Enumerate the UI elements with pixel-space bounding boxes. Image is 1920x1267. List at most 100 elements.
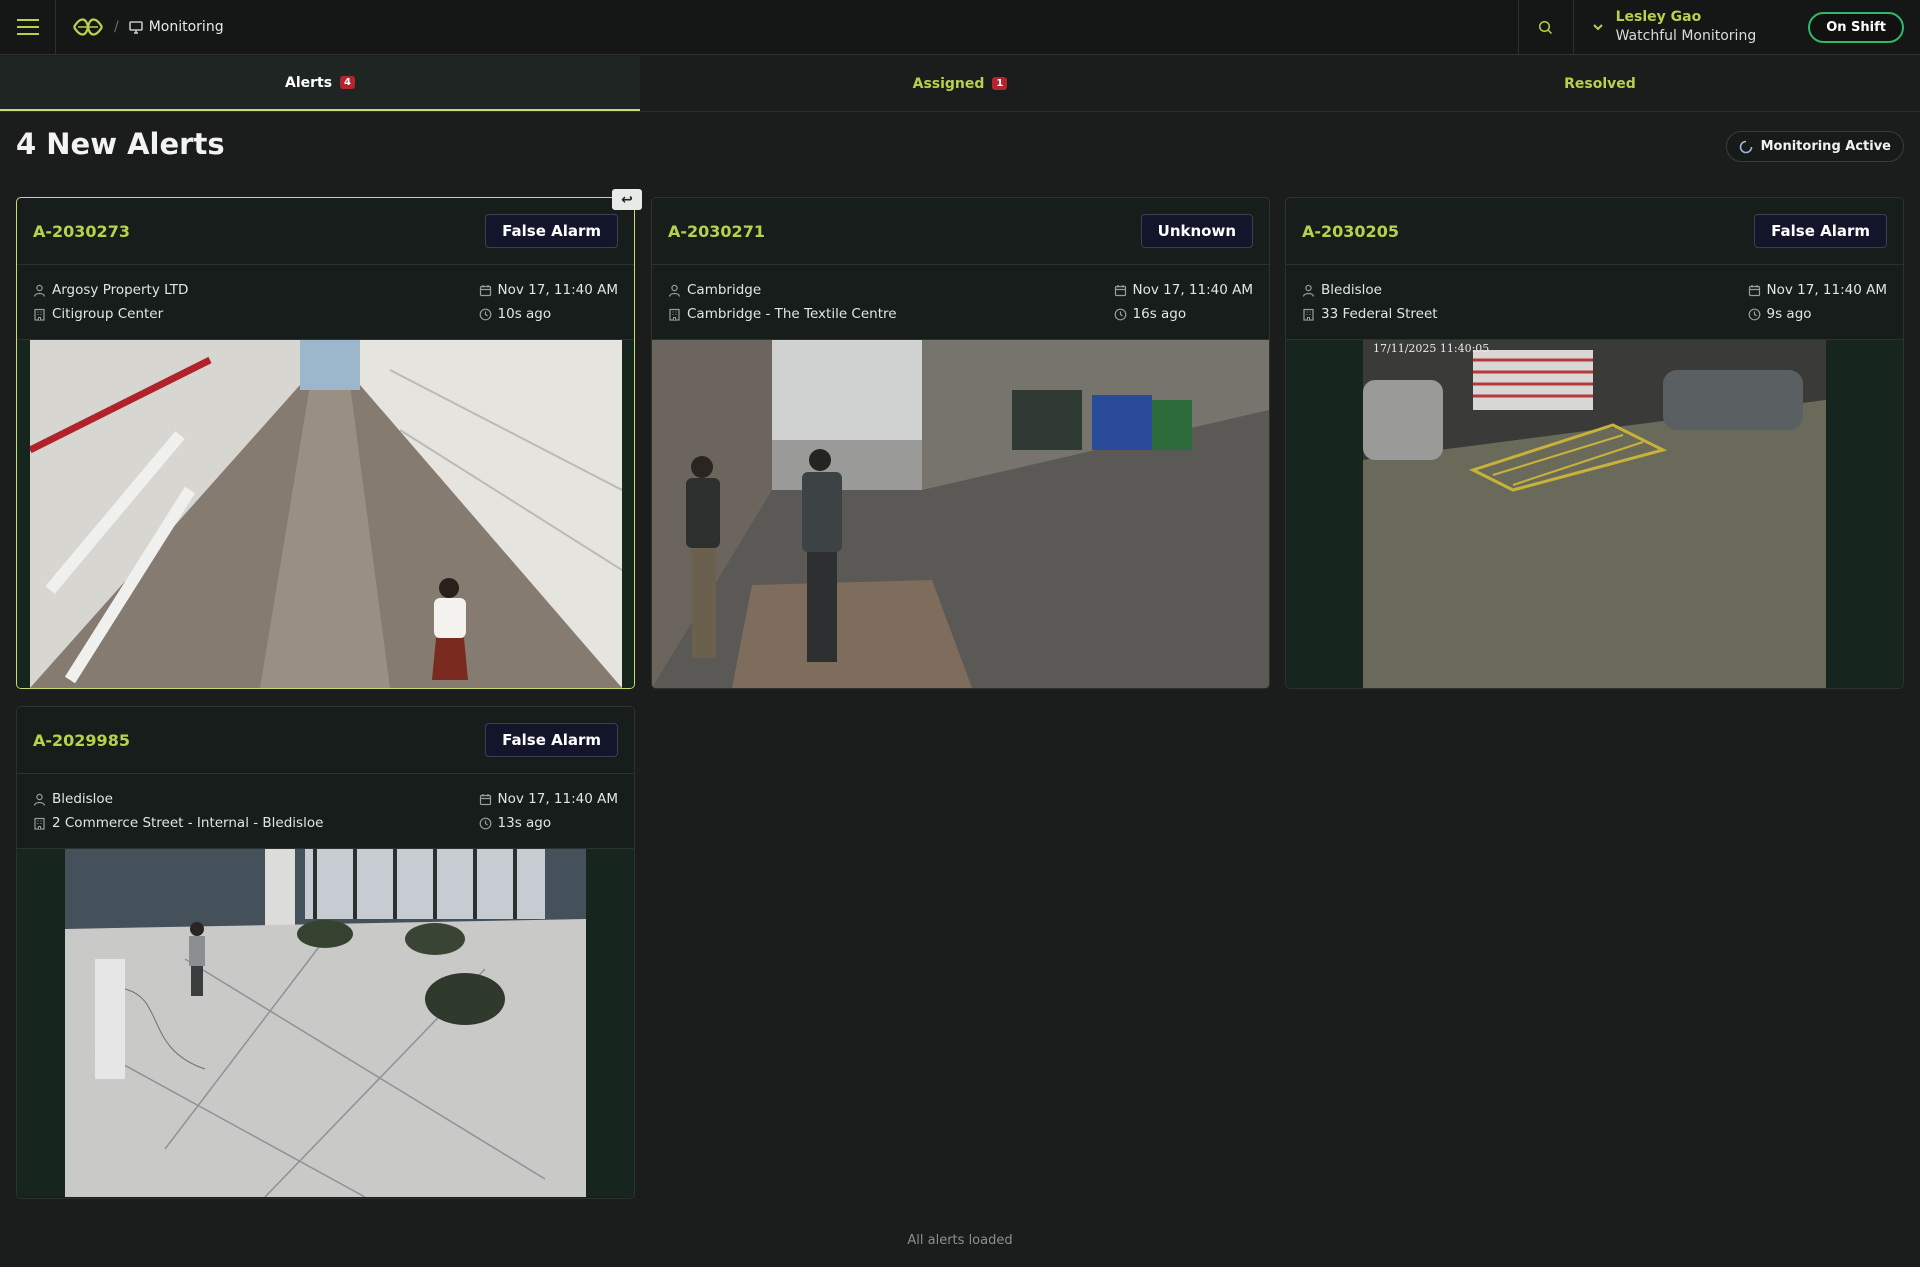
camera-snapshot-area bbox=[17, 849, 634, 1197]
alert-age: 10s ago bbox=[497, 306, 552, 322]
alert-age: 16s ago bbox=[1132, 306, 1187, 322]
alert-id[interactable]: A-2030273 bbox=[33, 222, 130, 241]
breadcrumb-monitoring[interactable]: Monitoring bbox=[129, 19, 224, 35]
breadcrumb-separator: / bbox=[114, 19, 119, 35]
alert-meta: Bledisloe 33 Federal Street Nov 17, 11:4… bbox=[1286, 265, 1903, 340]
site-row: 33 Federal Street bbox=[1302, 305, 1438, 323]
datetime-row: Nov 17, 11:40 AM bbox=[479, 281, 618, 299]
alert-id[interactable]: A-2030205 bbox=[1302, 222, 1399, 241]
site-name: Citigroup Center bbox=[52, 306, 164, 322]
clock-icon bbox=[479, 308, 491, 320]
tab-alerts[interactable]: Alerts 4 bbox=[0, 56, 640, 111]
alert-datetime: Nov 17, 11:40 AM bbox=[497, 282, 618, 298]
building-icon bbox=[34, 308, 45, 321]
breadcrumb-label: Monitoring bbox=[148, 19, 224, 35]
site-row: Cambridge - The Textile Centre bbox=[668, 305, 897, 323]
calendar-icon bbox=[479, 284, 491, 296]
age-row: 16s ago bbox=[1114, 305, 1253, 323]
client-name: Cambridge bbox=[687, 282, 762, 298]
alert-id[interactable]: A-2029985 bbox=[33, 731, 130, 750]
alert-tabs: Alerts 4 Assigned 1 Resolved bbox=[0, 56, 1920, 112]
tab-label: Assigned bbox=[912, 75, 985, 92]
alert-meta: Cambridge Cambridge - The Textile Centre… bbox=[652, 265, 1269, 340]
classification-button[interactable]: False Alarm bbox=[1754, 214, 1887, 248]
client-name: Bledisloe bbox=[1321, 282, 1382, 298]
alert-card[interactable]: A-2030273 False Alarm Argosy Property LT… bbox=[16, 197, 635, 689]
alert-meta: Argosy Property LTD Citigroup Center Nov… bbox=[17, 265, 634, 340]
camera-snapshot[interactable] bbox=[65, 849, 586, 1197]
site-row: 2 Commerce Street - Internal - Bledisloe bbox=[33, 814, 323, 832]
classification-button[interactable]: Unknown bbox=[1140, 214, 1253, 248]
alert-age: 9s ago bbox=[1766, 306, 1812, 322]
client-row: Bledisloe bbox=[33, 790, 323, 808]
building-icon bbox=[1303, 308, 1314, 321]
age-row: 13s ago bbox=[479, 814, 618, 832]
tab-assigned[interactable]: Assigned 1 bbox=[640, 56, 1280, 111]
alert-meta: Bledisloe 2 Commerce Street - Internal -… bbox=[17, 774, 634, 849]
clock-icon bbox=[1114, 308, 1126, 320]
on-shift-button[interactable]: On Shift bbox=[1808, 11, 1904, 43]
client-row: Bledisloe bbox=[1302, 281, 1438, 299]
client-row: Cambridge bbox=[668, 281, 897, 299]
classification-button[interactable]: False Alarm bbox=[485, 214, 618, 248]
calendar-icon bbox=[479, 793, 491, 805]
breadcrumb: / Monitoring bbox=[56, 0, 1518, 54]
monitor-icon bbox=[129, 20, 143, 34]
age-row: 9s ago bbox=[1748, 305, 1887, 323]
camera-snapshot-area: 17/11/2025 11:40:05 bbox=[1286, 340, 1903, 688]
client-row: Argosy Property LTD bbox=[33, 281, 188, 299]
datetime-row: Nov 17, 11:40 AM bbox=[479, 790, 618, 808]
alert-datetime: Nov 17, 11:40 AM bbox=[1132, 282, 1253, 298]
tab-resolved[interactable]: Resolved bbox=[1280, 56, 1920, 111]
monitoring-status-badge[interactable]: Monitoring Active bbox=[1725, 131, 1904, 162]
user-icon bbox=[33, 284, 46, 297]
alert-id[interactable]: A-2030271 bbox=[668, 222, 765, 241]
brand-logo-icon[interactable] bbox=[72, 17, 104, 37]
user-name: Lesley Gao bbox=[1615, 9, 1702, 25]
camera-snapshot-area bbox=[652, 340, 1269, 688]
client-name: Bledisloe bbox=[52, 791, 113, 807]
monitoring-status-label: Monitoring Active bbox=[1760, 139, 1891, 154]
search-button[interactable] bbox=[1517, 0, 1574, 54]
chevron-down-icon[interactable] bbox=[1592, 22, 1604, 32]
alert-card-header: A-2030273 False Alarm bbox=[17, 198, 634, 265]
calendar-icon bbox=[1114, 284, 1126, 296]
user-organization: Watchful Monitoring bbox=[1615, 28, 1757, 44]
user-icon bbox=[33, 793, 46, 806]
user-menu[interactable]: Lesley Gao Watchful Monitoring On Shift bbox=[1574, 0, 1920, 54]
client-name: Argosy Property LTD bbox=[52, 282, 189, 298]
collapse-icon[interactable]: ↩ bbox=[612, 189, 642, 210]
hamburger-menu-icon[interactable] bbox=[0, 0, 56, 54]
alert-card[interactable]: A-2030205 False Alarm Bledisloe 33 Feder… bbox=[1285, 197, 1904, 689]
alert-card[interactable]: A-2029985 False Alarm Bledisloe 2 Commer… bbox=[16, 706, 635, 1199]
user-icon bbox=[668, 284, 681, 297]
site-name: Cambridge - The Textile Centre bbox=[687, 306, 897, 322]
site-name: 2 Commerce Street - Internal - Bledisloe bbox=[52, 815, 324, 831]
user-info: Lesley Gao Watchful Monitoring bbox=[1616, 8, 1757, 46]
tab-label: Resolved bbox=[1564, 75, 1636, 92]
carpark-scene-image bbox=[1363, 340, 1826, 688]
user-icon bbox=[1302, 284, 1315, 297]
alert-card[interactable]: A-2030271 Unknown Cambridge Cambridge - … bbox=[651, 197, 1270, 689]
camera-snapshot[interactable]: 17/11/2025 11:40:05 bbox=[1363, 340, 1826, 688]
classification-button[interactable]: False Alarm bbox=[485, 723, 618, 757]
alert-card-header: A-2029985 False Alarm bbox=[17, 707, 634, 774]
clock-icon bbox=[479, 817, 491, 829]
camera-snapshot[interactable] bbox=[29, 340, 622, 688]
building-icon bbox=[34, 817, 45, 830]
tab-count-badge: 1 bbox=[992, 77, 1008, 90]
datetime-row: Nov 17, 11:40 AM bbox=[1748, 281, 1887, 299]
camera-snapshot[interactable] bbox=[652, 340, 1269, 688]
loading-spinner-icon bbox=[1739, 140, 1752, 153]
alert-datetime: Nov 17, 11:40 AM bbox=[497, 791, 618, 807]
tab-count-badge: 4 bbox=[340, 76, 356, 89]
building-icon bbox=[669, 308, 680, 321]
loading-dock-scene-image bbox=[652, 340, 1269, 688]
site-row: Citigroup Center bbox=[33, 305, 188, 323]
calendar-icon bbox=[1748, 284, 1760, 296]
alert-card-header: A-2030271 Unknown bbox=[652, 198, 1269, 265]
alert-age: 13s ago bbox=[497, 815, 552, 831]
age-row: 10s ago bbox=[479, 305, 618, 323]
tab-label: Alerts bbox=[284, 74, 333, 91]
site-name: 33 Federal Street bbox=[1321, 306, 1438, 322]
